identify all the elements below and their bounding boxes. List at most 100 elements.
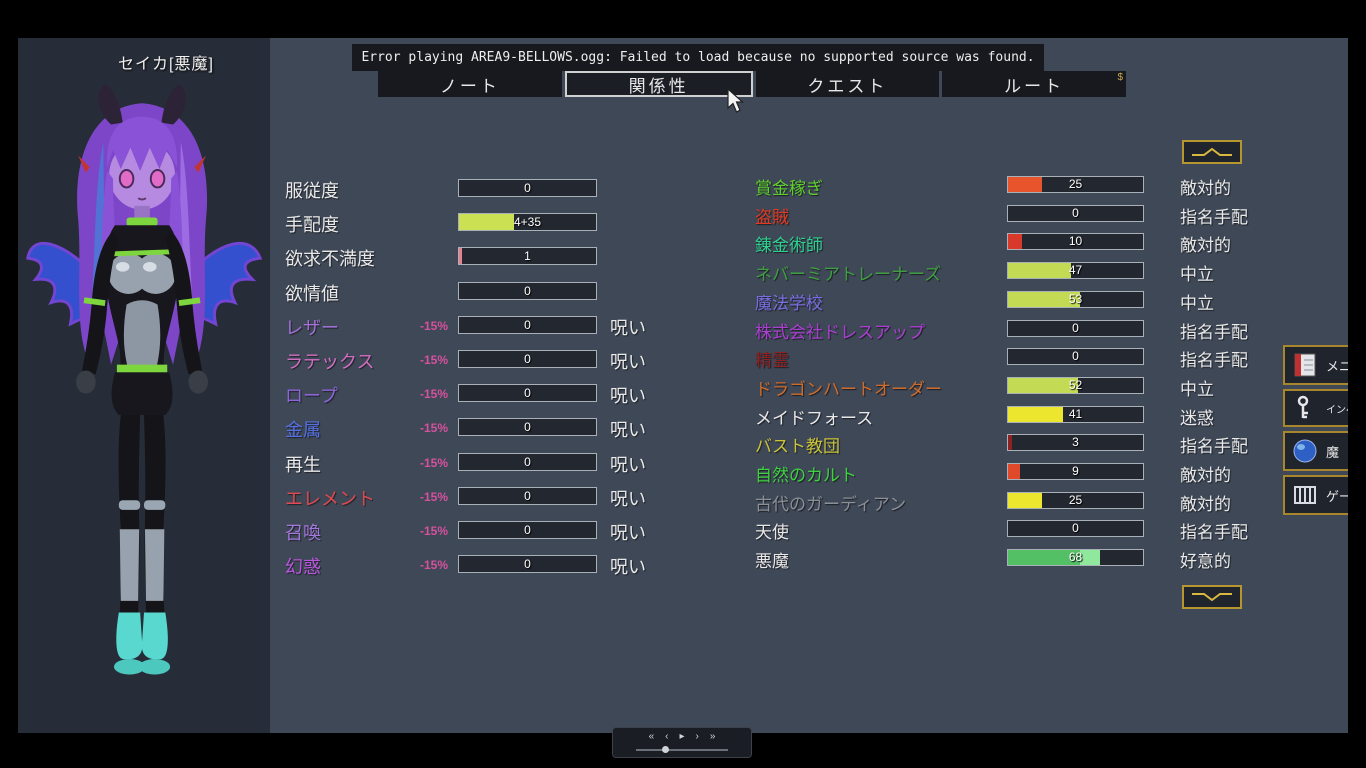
play-icon[interactable]: ▸: [679, 730, 684, 744]
faction-label: 精霊: [755, 351, 789, 370]
faction-label: メイドフォース: [755, 409, 874, 428]
grid-icon: [1289, 479, 1321, 511]
rewind-icon[interactable]: ‹: [665, 730, 668, 744]
tab-label: クエスト: [807, 76, 888, 96]
faction-bar: 25: [1007, 176, 1144, 193]
faction-status: 指名手配: [1180, 323, 1248, 342]
faction-bar-value: 25: [1068, 493, 1083, 507]
faction-bar: 0: [1007, 348, 1144, 365]
faction-label: 自然のカルト: [755, 466, 857, 485]
key-icon: [1289, 392, 1321, 424]
magic-button[interactable]: 魔: [1283, 431, 1348, 471]
character-name: セイカ[悪魔]: [118, 56, 214, 73]
faction-status: 敵対的: [1180, 179, 1231, 198]
faction-bar-value: 68: [1068, 550, 1083, 564]
faction-bar-value: 47: [1068, 263, 1083, 277]
faction-status: 指名手配: [1180, 437, 1248, 456]
faction-bar: 68: [1007, 549, 1144, 566]
game-button[interactable]: ゲー: [1283, 475, 1348, 515]
error-toast: Error playing AREA9-BELLOWS.ogg: Failed …: [352, 44, 1044, 71]
faction-row: 精霊 0 指名手配: [18, 346, 1348, 370]
faction-bar-value: 52: [1068, 378, 1083, 392]
letterbox-top: [0, 0, 1366, 38]
faction-bar-value: 41: [1068, 407, 1083, 421]
forward-icon[interactable]: ›: [696, 730, 699, 744]
faction-bar-value: 0: [1072, 321, 1079, 335]
faction-row: バスト教団 3 指名手配: [18, 432, 1348, 456]
scroll-down-button[interactable]: [1182, 585, 1242, 609]
faction-bar: 41: [1007, 406, 1144, 423]
scroll-up-button[interactable]: [1182, 140, 1242, 164]
faction-bar: 52: [1007, 377, 1144, 394]
tab-bar: ノート 関係性 クエスト ルート $: [378, 71, 1126, 97]
game-screen: セイカ[悪魔] Error playing AREA9-BELLOWS.ogg:…: [18, 38, 1348, 733]
chevron-up-icon: [1192, 147, 1232, 156]
faction-bar-value: 0: [1072, 206, 1079, 220]
faction-row: 錬金術師 10 敵対的: [18, 231, 1348, 255]
faction-bar: 0: [1007, 205, 1144, 222]
inventory-button[interactable]: インベ: [1283, 389, 1348, 427]
magic-button-label: 魔: [1326, 444, 1340, 460]
faction-bar-value: 9: [1072, 464, 1079, 478]
faction-bar-value: 0: [1072, 521, 1079, 535]
faction-status: 好意的: [1180, 552, 1231, 571]
faction-bar: 47: [1007, 262, 1144, 279]
faction-row: 自然のカルト 9 敵対的: [18, 461, 1348, 485]
faction-row: 古代のガーディアン 25 敵対的: [18, 490, 1348, 514]
letterbox-right: [1348, 0, 1366, 768]
game-stage: セイカ[悪魔] Error playing AREA9-BELLOWS.ogg:…: [0, 0, 1366, 768]
faction-row: 魔法学校 53 中立: [18, 289, 1348, 313]
faction-label: ネバーミアトレーナーズ: [755, 265, 942, 284]
faction-status: 指名手配: [1180, 351, 1248, 370]
notebook-icon: [1289, 349, 1321, 381]
faction-row: ドラゴンハートオーダー 52 中立: [18, 375, 1348, 399]
tab-route[interactable]: ルート $: [942, 71, 1126, 97]
letterbox-left: [0, 0, 18, 768]
faction-bar-value: 0: [1072, 349, 1079, 363]
faction-row: ネバーミアトレーナーズ 47 中立: [18, 260, 1348, 284]
tab-relationships[interactable]: 関係性: [564, 71, 753, 97]
faction-status: 指名手配: [1180, 523, 1248, 542]
faction-label: 天使: [755, 523, 789, 542]
seek-handle[interactable]: [661, 746, 669, 753]
tab-shortcut-mark: $: [1117, 72, 1123, 83]
faction-label: 悪魔: [755, 552, 789, 571]
skip-forward-icon[interactable]: »: [710, 730, 716, 744]
skip-back-icon[interactable]: «: [649, 730, 655, 744]
faction-label: 賞金稼ぎ: [755, 179, 823, 198]
faction-status: 中立: [1180, 380, 1214, 399]
faction-bar: 3: [1007, 434, 1144, 451]
faction-row: 株式会社ドレスアップ 0 指名手配: [18, 318, 1348, 342]
menu-button[interactable]: メニ: [1283, 345, 1348, 385]
tab-label: 関係性: [628, 76, 689, 96]
faction-row: 天使 0 指名手配: [18, 518, 1348, 542]
faction-label: バスト教団: [755, 437, 840, 456]
tab-note[interactable]: ノート: [378, 71, 562, 97]
faction-status: 指名手配: [1180, 208, 1248, 227]
tab-quest[interactable]: クエスト: [755, 71, 940, 97]
seek-bar[interactable]: [636, 746, 728, 753]
faction-label: ドラゴンハートオーダー: [755, 380, 942, 399]
faction-bar-value: 10: [1068, 234, 1083, 248]
faction-label: 錬金術師: [755, 236, 823, 255]
faction-row: メイドフォース 41 迷惑: [18, 404, 1348, 428]
faction-status: 中立: [1180, 294, 1214, 313]
faction-label: 株式会社ドレスアップ: [755, 323, 925, 342]
faction-label: 盗賊: [755, 208, 789, 227]
faction-label: 魔法学校: [755, 294, 823, 313]
orb-icon: [1289, 435, 1321, 467]
faction-row: 賞金稼ぎ 25 敵対的: [18, 174, 1348, 198]
faction-status: 敵対的: [1180, 236, 1231, 255]
menu-button-label: メニ: [1326, 358, 1348, 374]
faction-label: 古代のガーディアン: [755, 495, 907, 514]
game-button-label: ゲー: [1326, 488, 1348, 504]
faction-status: 中立: [1180, 265, 1214, 284]
media-controls[interactable]: « ‹ ▸ › »: [612, 727, 752, 758]
faction-bar: 9: [1007, 463, 1144, 480]
tab-label: ルート: [1004, 76, 1065, 96]
faction-bar-value: 53: [1068, 292, 1083, 306]
faction-bar: 0: [1007, 320, 1144, 337]
faction-status: 敵対的: [1180, 466, 1231, 485]
mouse-cursor: [727, 88, 745, 113]
faction-status: 敵対的: [1180, 495, 1231, 514]
